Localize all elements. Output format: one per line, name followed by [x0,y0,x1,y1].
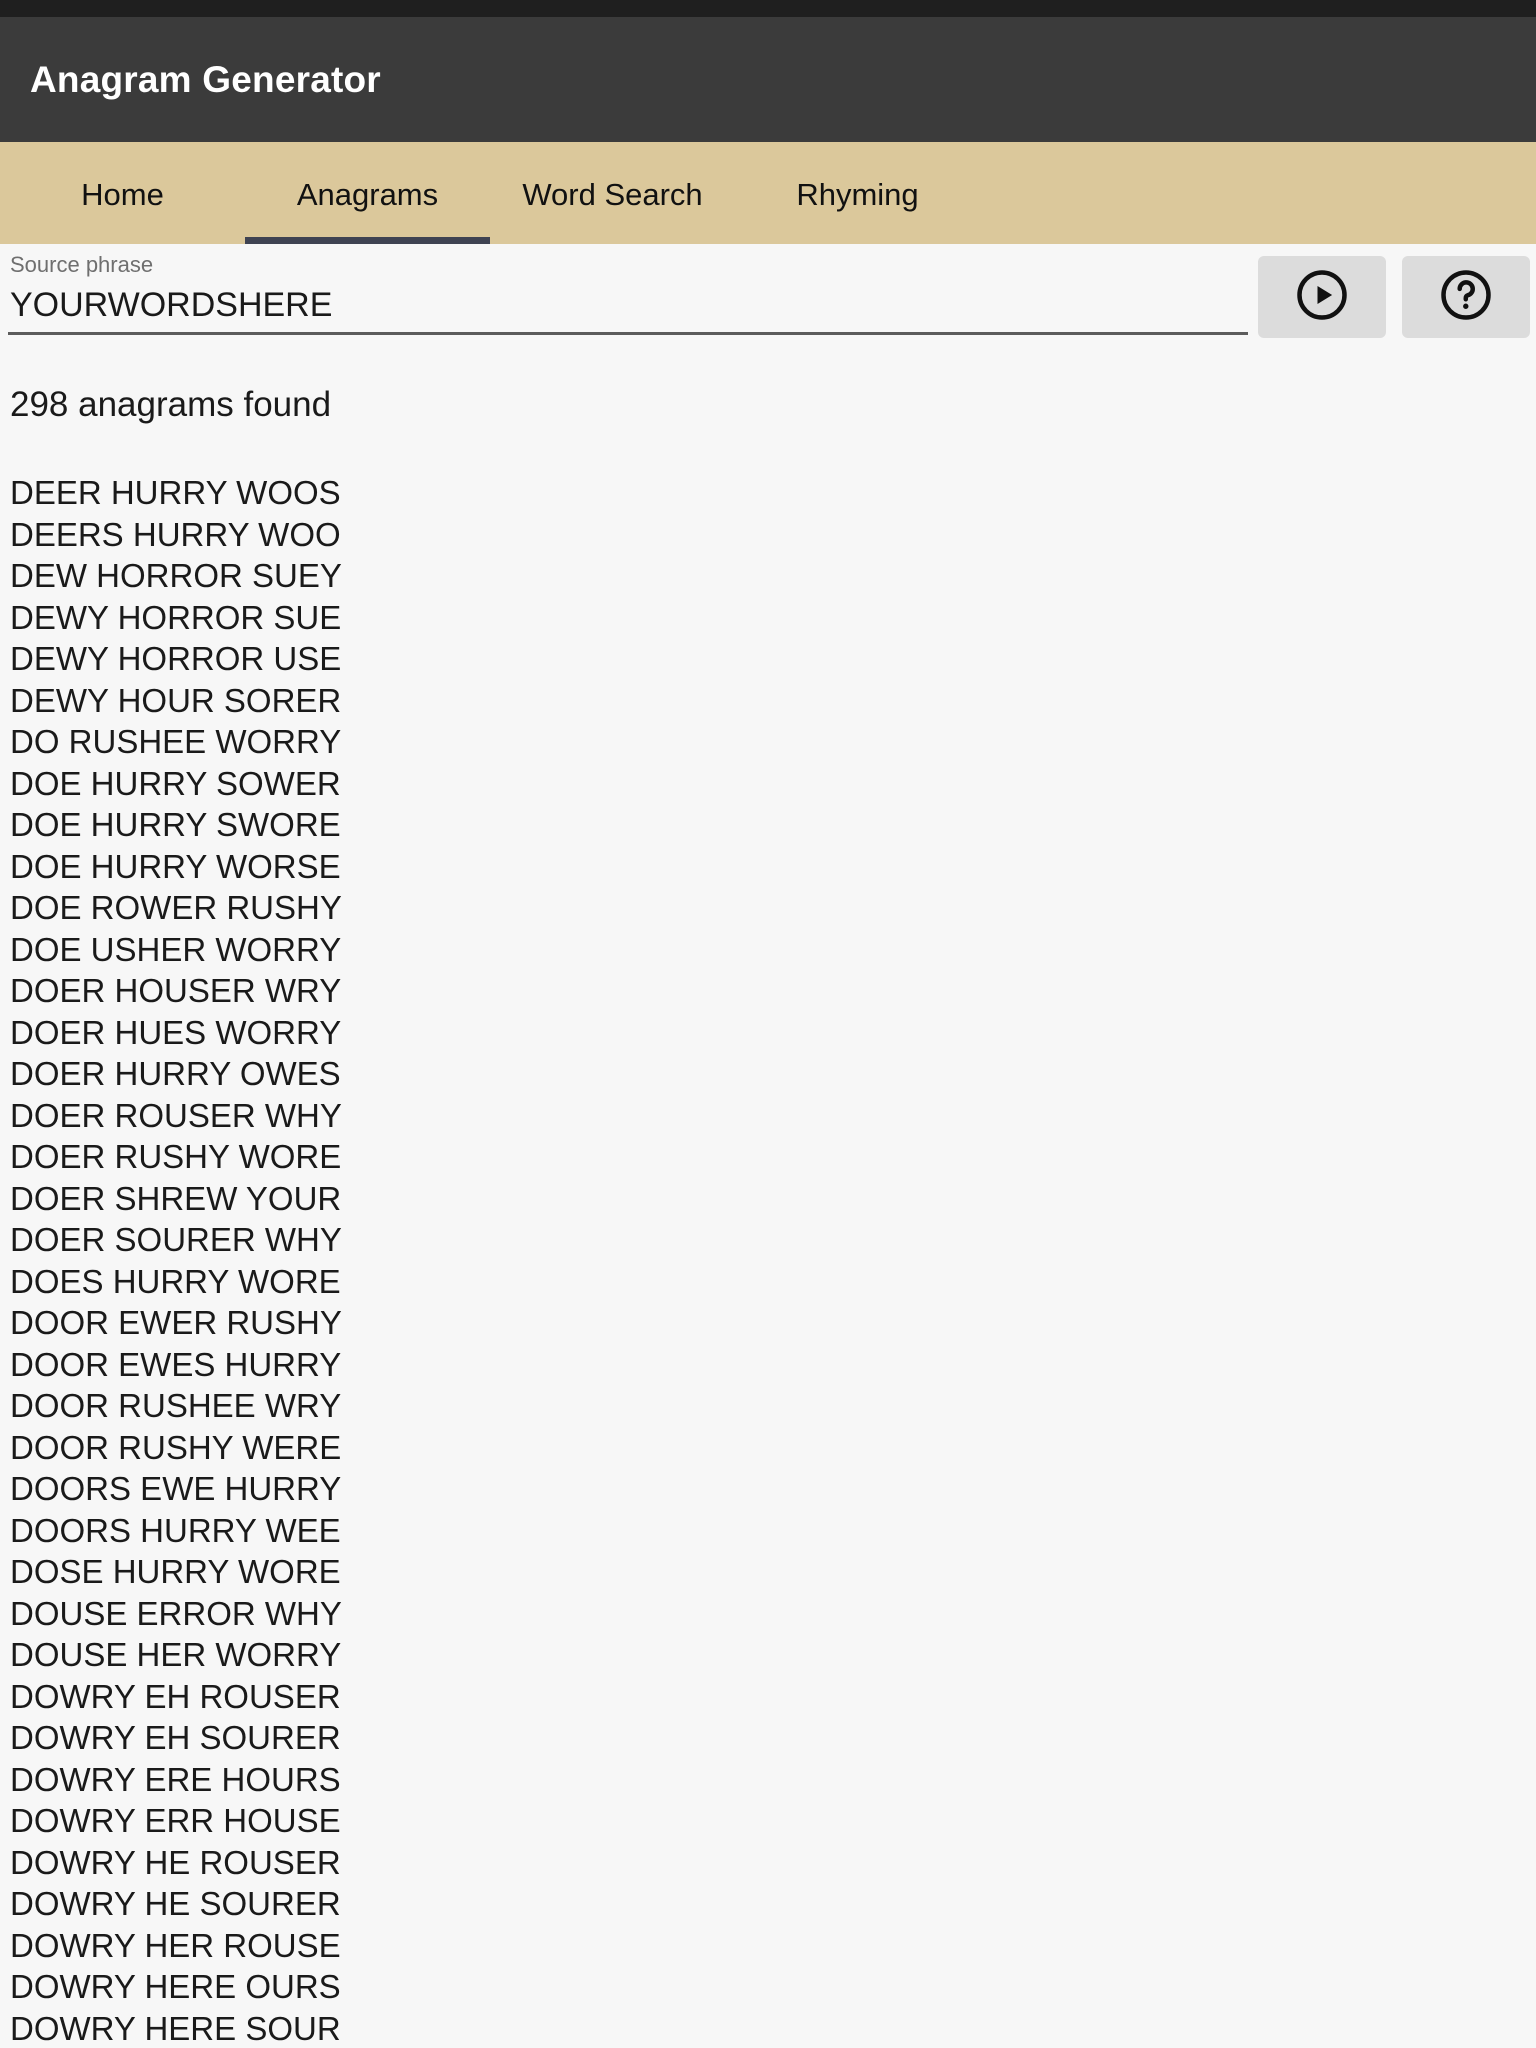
list-item[interactable]: DEWY HORROR SUE [0,597,1536,639]
list-item[interactable]: DOE USHER WORRY [0,929,1536,971]
list-item[interactable]: DOOR RUSHEE WRY [0,1385,1536,1427]
source-phrase-field-wrapper[interactable]: Source phrase YOURWORDSHERE [8,250,1248,335]
list-item[interactable]: DEWY HORROR USE [0,638,1536,680]
list-item[interactable]: DOWRY HE ROUSER [0,1842,1536,1884]
list-item[interactable]: DOOR EWER RUSHY [0,1302,1536,1344]
tab-anagrams-label: Anagrams [296,177,439,212]
list-item[interactable]: DOWRY HE SOURER [0,1883,1536,1925]
source-phrase-label: Source phrase [10,252,154,277]
list-item[interactable]: DOWRY ERE HOURS [0,1759,1536,1801]
list-item[interactable]: DOES HURRY WORE [0,1261,1536,1303]
page-title: Anagram Generator [30,58,381,100]
list-item[interactable]: DEERS HURRY WOO [0,514,1536,556]
list-item[interactable]: DOE HURRY SWORE [0,804,1536,846]
tab-home[interactable]: Home [0,142,245,244]
run-button[interactable] [1258,256,1386,338]
list-item[interactable]: DO RUSHEE WORRY [0,721,1536,763]
tab-home-label: Home [81,177,164,212]
list-item[interactable]: DOER RUSHY WORE [0,1136,1536,1178]
list-item[interactable]: DOWRY EH SOURER [0,1717,1536,1759]
list-item[interactable]: DOER HURRY OWES [0,1053,1536,1095]
search-input[interactable]: YOURWORDSHERE [8,280,1248,330]
list-item[interactable]: DOE ROWER RUSHY [0,887,1536,929]
list-item[interactable]: DOWRY HER ROUSE [0,1925,1536,1967]
tab-rhyming[interactable]: Rhyming [735,142,980,244]
list-item[interactable]: DOWRY ERR HOUSE [0,1800,1536,1842]
list-item[interactable]: DOER HUES WORRY [0,1012,1536,1054]
list-item[interactable]: DOWRY EH ROUSER [0,1676,1536,1718]
app-root: Anagram Generator Home Anagrams Word Sea… [0,0,1536,2048]
search-row: Source phrase YOURWORDSHERE [0,244,1536,351]
list-item[interactable]: DEWY HOUR SORER [0,680,1536,722]
tab-rhyming-label: Rhyming [796,177,919,212]
list-item[interactable]: DOER SHREW YOUR [0,1178,1536,1220]
app-bar: Anagram Generator [0,17,1536,142]
list-item[interactable]: DOE HURRY WORSE [0,846,1536,888]
play-circle-icon [1295,268,1349,327]
tab-word-search[interactable]: Word Search [490,142,735,244]
list-item[interactable]: DEW HORROR SUEY [0,555,1536,597]
list-item[interactable]: DEER HURRY WOOS [0,472,1536,514]
results-panel: 298 anagrams found DEER HURRY WOOS DEERS … [0,367,1536,2048]
list-item[interactable]: DOORS HURRY WEE [0,1510,1536,1552]
list-item[interactable]: DOORS EWE HURRY [0,1468,1536,1510]
list-item[interactable]: DOSE HURRY WORE [0,1551,1536,1593]
tab-bar: Home Anagrams Word Search Rhyming [0,142,1536,252]
tab-anagrams[interactable]: Anagrams [245,142,490,244]
result-count: 298 anagrams found [10,385,332,424]
list-item[interactable]: DOOR RUSHY WERE [0,1427,1536,1469]
list-item[interactable]: DOER SOURER WHY [0,1219,1536,1261]
list-item[interactable]: DOUSE ERROR WHY [0,1593,1536,1635]
list-item[interactable]: DOOR EWES HURRY [0,1344,1536,1386]
tab-word-search-label: Word Search [522,177,703,212]
status-bar [0,0,1536,17]
anagram-list[interactable]: DEER HURRY WOOS DEERS HURRY WOO DEW HORROR… [0,472,1536,2048]
list-item[interactable]: DOUSE HER WORRY [0,1634,1536,1676]
list-item[interactable]: DOER HOUSER WRY [0,970,1536,1012]
list-item[interactable]: DOER ROUSER WHY [0,1095,1536,1137]
list-item[interactable]: DOWRY HERE OURS [0,1966,1536,2008]
list-item[interactable]: DOE HURRY SOWER [0,763,1536,805]
input-underline [8,332,1248,335]
help-button[interactable] [1402,256,1530,338]
list-item[interactable]: DOWRY HERE SOUR [0,2008,1536,2048]
help-circle-icon [1439,268,1493,327]
